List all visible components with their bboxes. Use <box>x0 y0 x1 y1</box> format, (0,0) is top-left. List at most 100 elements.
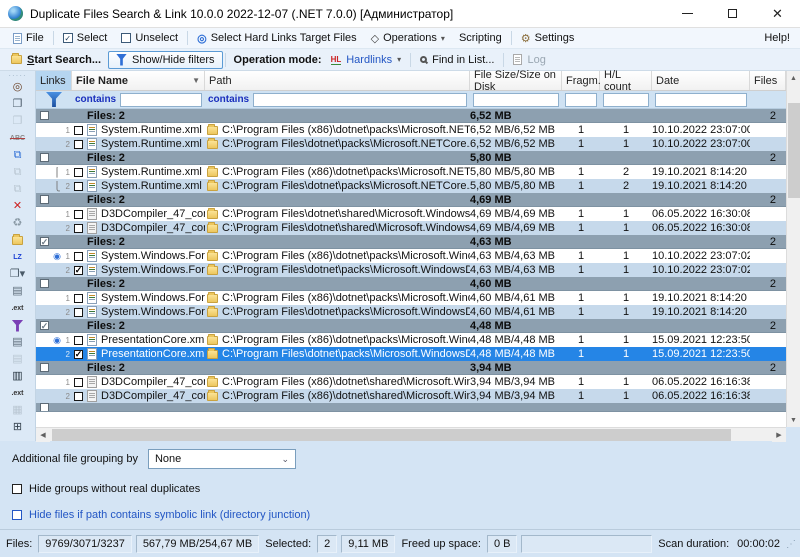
menu-scripting[interactable]: Scripting <box>452 30 509 46</box>
group-checkbox[interactable] <box>40 111 49 120</box>
file-checkbox[interactable] <box>74 252 83 261</box>
column-header-size[interactable]: File Size/Size on Disk <box>470 71 562 90</box>
file-checkbox[interactable] <box>74 392 83 401</box>
copy-files-icon[interactable]: ❐ <box>10 96 25 113</box>
find-in-list-button[interactable]: Find in List... <box>413 52 501 68</box>
menu-select[interactable]: ✓Select <box>56 30 115 46</box>
group-checkbox[interactable] <box>40 403 49 412</box>
file-row[interactable]: 2✓System.Windows.Forms.xmlC:\Program Fil… <box>36 263 786 277</box>
file-row[interactable]: ◉1PresentationCore.xmlC:\Program Files (… <box>36 333 786 347</box>
remove-names-icon[interactable]: ABC <box>10 130 25 147</box>
extension-list-icon[interactable]: .ext <box>10 385 25 402</box>
grouping-dropdown[interactable]: None ⌄ <box>148 449 296 469</box>
column-header-fragm[interactable]: Fragm. <box>562 71 600 90</box>
preview-disabled-icon[interactable]: ▦ <box>10 402 25 419</box>
list-view-icon[interactable]: ▤ <box>10 334 25 351</box>
file-row[interactable]: ◉1System.Windows.Forms.xmlC:\Program Fil… <box>36 249 786 263</box>
list-view-disabled-icon[interactable]: ▤ <box>10 351 25 368</box>
menu-settings[interactable]: ⚙Settings <box>514 30 582 47</box>
group-header-row[interactable]: Files: 24,60 MB2 <box>36 277 786 291</box>
vertical-scroll-thumb[interactable] <box>788 103 800 198</box>
copy-files-disabled-icon[interactable]: ❐ <box>10 113 25 130</box>
group-checkbox[interactable]: ✓ <box>40 321 49 330</box>
file-checkbox[interactable] <box>74 140 83 149</box>
close-button[interactable]: ✕ <box>755 0 800 27</box>
minimize-button[interactable] <box>665 0 710 27</box>
group-checkbox[interactable]: ✓ <box>40 237 49 246</box>
column-header-path[interactable]: Path <box>205 71 470 90</box>
copy-list-menu-icon[interactable]: ❐▾ <box>10 266 25 283</box>
group-checkbox[interactable] <box>40 153 49 162</box>
lz-compress-icon[interactable]: LZ <box>10 249 25 266</box>
file-row[interactable]: 2System.Windows.Forms.xmlC:\Program File… <box>36 305 786 319</box>
column-header-links[interactable]: Links <box>36 71 72 90</box>
horizontal-scrollbar[interactable]: ◀ ▶ <box>36 427 786 441</box>
scroll-left-arrow[interactable]: ◀ <box>36 428 50 442</box>
view-file-icon[interactable]: ◎ <box>10 79 25 96</box>
invert-list-icon[interactable]: ▥ <box>10 368 25 385</box>
hl-count-filter-input[interactable] <box>603 93 649 107</box>
group-header-row[interactable]: Files: 23,94 MB2 <box>36 361 786 375</box>
file-checkbox[interactable] <box>74 378 83 387</box>
file-checkbox[interactable] <box>74 182 83 191</box>
group-header-row[interactable]: Files: 24,69 MB2 <box>36 193 786 207</box>
date-filter-input[interactable] <box>655 93 747 107</box>
group-checkbox[interactable] <box>40 363 49 372</box>
file-checkbox[interactable] <box>74 336 83 345</box>
hide-symlink-option[interactable]: Hide files if path contains symbolic lin… <box>12 509 788 521</box>
create-junction-disabled-icon[interactable]: ⧉ <box>10 181 25 198</box>
file-checkbox[interactable] <box>74 168 83 177</box>
column-header-files[interactable]: Files <box>750 71 786 90</box>
delete-files-icon[interactable]: ✕ <box>10 198 25 215</box>
fragm-filter-input[interactable] <box>565 93 597 107</box>
group-checkbox[interactable] <box>40 195 49 204</box>
file-checkbox[interactable] <box>74 294 83 303</box>
file-row[interactable]: 1D3DCompiler_47_cor3.dllC:\Program Files… <box>36 375 786 389</box>
select-by-extension-icon[interactable]: .ext <box>10 300 25 317</box>
menu-help[interactable]: Help! <box>757 30 794 46</box>
file-row[interactable]: 1System.Runtime.xmlC:\Program Files (x86… <box>36 123 786 137</box>
group-grid-icon[interactable]: ⊞ <box>10 419 25 436</box>
file-row[interactable]: ⎩2System.Runtime.xmlC:\Program Files\dot… <box>36 179 786 193</box>
column-header-hl[interactable]: H/L count <box>600 71 652 90</box>
menu-select-hardlink-targets[interactable]: ◎Select Hard Links Target Files <box>190 30 364 47</box>
log-button[interactable]: Log <box>506 52 552 68</box>
file-row[interactable]: 2System.Runtime.xmlC:\Program Files\dotn… <box>36 137 786 151</box>
file-row[interactable]: 2✓PresentationCore.xmlC:\Program Files\d… <box>36 347 786 361</box>
filename-filter-input[interactable] <box>120 93 202 107</box>
save-list-icon[interactable]: ▤ <box>10 283 25 300</box>
group-header-row[interactable]: Files: 25,80 MB2 <box>36 151 786 165</box>
file-checkbox[interactable]: ✓ <box>74 350 83 359</box>
vertical-scrollbar[interactable]: ▲ ▼ <box>786 71 800 427</box>
scroll-up-arrow[interactable]: ▲ <box>787 71 800 85</box>
file-row[interactable]: 2D3DCompiler_47_cor3.dllC:\Program Files… <box>36 221 786 235</box>
group-checkbox[interactable] <box>40 279 49 288</box>
start-search-button[interactable]: Start Search... <box>4 52 108 68</box>
size-filter-input[interactable] <box>473 93 559 107</box>
group-row-partial[interactable] <box>36 403 786 412</box>
hide-groups-option[interactable]: Hide groups without real duplicates <box>12 483 788 495</box>
file-row[interactable]: 1D3DCompiler_47_cor3.dllC:\Program Files… <box>36 207 786 221</box>
maximize-button[interactable] <box>710 0 755 27</box>
file-checkbox[interactable] <box>74 210 83 219</box>
menu-operations[interactable]: ◇Operations▾ <box>364 30 452 47</box>
move-to-folder-icon[interactable] <box>10 232 25 249</box>
scroll-right-arrow[interactable]: ▶ <box>772 428 786 442</box>
menu-unselect[interactable]: Unselect <box>114 30 185 46</box>
create-hardlinks-icon[interactable]: ⧉ <box>10 147 25 164</box>
operation-mode-dropdown[interactable]: HLHardlinks▾ <box>324 52 409 68</box>
file-row[interactable]: ⎧1System.Runtime.xmlC:\Program Files (x8… <box>36 165 786 179</box>
create-symlink-disabled-icon[interactable]: ⧉ <box>10 164 25 181</box>
menu-file[interactable]: File <box>6 30 51 46</box>
hide-symlink-checkbox[interactable] <box>12 510 22 520</box>
filter-selected-icon[interactable] <box>10 317 25 334</box>
group-header-row[interactable]: Files: 26,52 MB2 <box>36 109 786 123</box>
recycle-bin-icon[interactable]: ♻ <box>10 215 25 232</box>
file-row[interactable]: 1System.Windows.Forms.xmlC:\Program File… <box>36 291 786 305</box>
file-checkbox[interactable] <box>74 224 83 233</box>
column-header-date[interactable]: Date <box>652 71 750 90</box>
group-header-row[interactable]: ✓Files: 24,48 MB2 <box>36 319 786 333</box>
path-filter-input[interactable] <box>253 93 467 107</box>
group-header-row[interactable]: ✓Files: 24,63 MB2 <box>36 235 786 249</box>
file-row[interactable]: 2D3DCompiler_47_cor3.dllC:\Program Files… <box>36 389 786 403</box>
